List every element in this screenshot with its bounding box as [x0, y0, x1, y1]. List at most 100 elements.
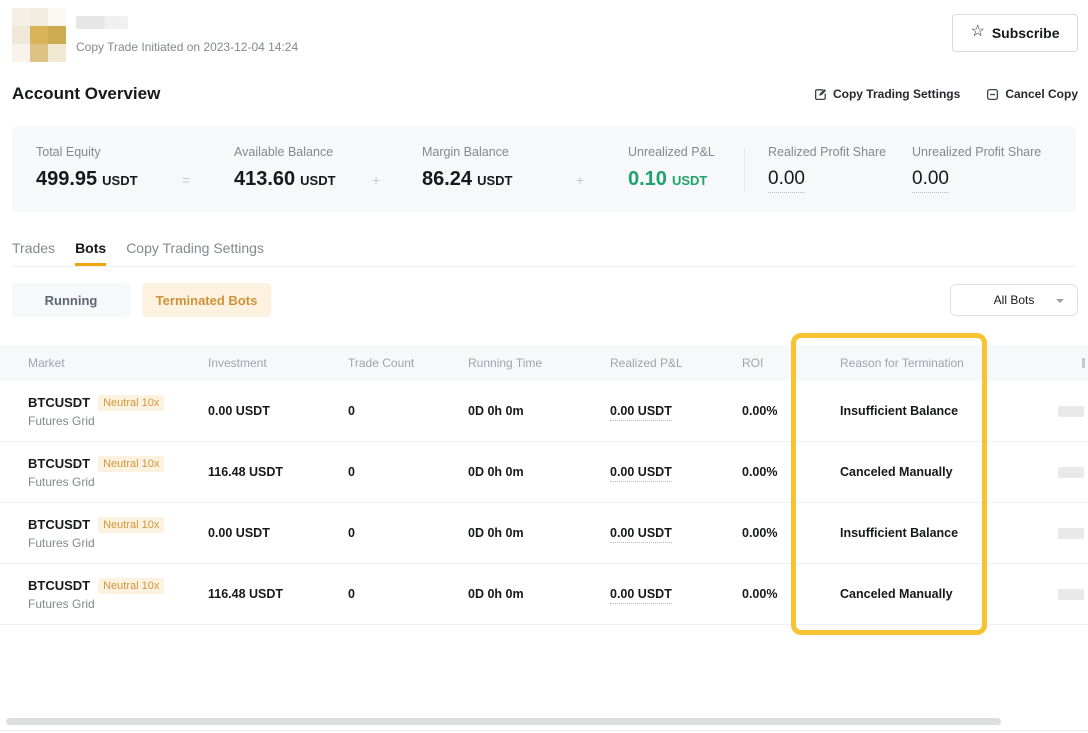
col-running-time: Running Time	[468, 356, 610, 370]
strategy-label: Futures Grid	[28, 414, 208, 428]
edit-icon	[814, 88, 827, 101]
bots-filter-row: Running Terminated Bots All Bots	[12, 283, 1078, 317]
row-action-redacted[interactable]	[1058, 406, 1084, 417]
stat-value: 0.10	[628, 168, 667, 191]
roi-cell: 0.00%	[742, 404, 840, 418]
horizontal-scrollbar[interactable]	[6, 718, 1001, 725]
investment-cell: 116.48 USDT	[208, 587, 348, 601]
trader-header: Copy Trade Initiated on 2023-12-04 14:24…	[12, 6, 1078, 64]
tab-copy-trading-settings[interactable]: Copy Trading Settings	[126, 240, 264, 266]
col-trade-count: Trade Count	[348, 356, 468, 370]
plus-operator: +	[576, 172, 584, 188]
all-bots-dropdown[interactable]: All Bots	[950, 284, 1078, 316]
filter-terminated-bots[interactable]: Terminated Bots	[142, 283, 271, 317]
roi-cell: 0.00%	[742, 465, 840, 479]
stat-unit: USDT	[102, 173, 137, 188]
col-reason-for-termination: Reason for Termination	[840, 356, 1036, 370]
stat-available-balance: Available Balance 413.60 USDT	[234, 145, 336, 191]
market-cell: BTCUSDT Neutral 10x Futures Grid	[28, 395, 208, 428]
market-cell: BTCUSDT Neutral 10x Futures Grid	[28, 456, 208, 489]
termination-reason-cell: Canceled Manually	[840, 587, 1036, 601]
col-realized-pnl: Realized P&L	[610, 356, 742, 370]
stat-unit: USDT	[672, 173, 707, 188]
stat-realized-profit-share: Realized Profit Share 0.00	[768, 145, 886, 193]
realized-pnl-cell: 0.00 USDT	[610, 404, 672, 421]
bottom-divider	[0, 730, 1088, 731]
stat-unrealized-profit-share: Unrealized Profit Share 0.00	[912, 145, 1041, 193]
all-bots-dropdown-value: All Bots	[994, 293, 1035, 307]
stat-label: Unrealized P&L	[628, 145, 715, 159]
trade-count-cell: 0	[348, 526, 468, 540]
realized-pnl-cell: 0.00 USDT	[610, 587, 672, 604]
running-time-cell: 0D 0h 0m	[468, 404, 610, 418]
trader-avatar	[12, 8, 66, 62]
realized-pnl-cell: 0.00 USDT	[610, 526, 672, 543]
main-tabs: Trades Bots Copy Trading Settings	[12, 240, 1076, 267]
investment-cell: 0.00 USDT	[208, 404, 348, 418]
trade-count-cell: 0	[348, 587, 468, 601]
stat-margin-balance: Margin Balance 86.24 USDT	[422, 145, 512, 191]
cancel-copy-button[interactable]: Cancel Copy	[986, 87, 1078, 101]
market-pair: BTCUSDT	[28, 395, 90, 410]
table-row: BTCUSDT Neutral 10x Futures Grid 0.00 US…	[0, 503, 1088, 564]
overview-actions: Copy Trading Settings Cancel Copy	[814, 87, 1078, 101]
row-action-redacted[interactable]	[1058, 528, 1084, 539]
strategy-label: Futures Grid	[28, 597, 208, 611]
table-header: Market Investment Trade Count Running Ti…	[0, 345, 1088, 381]
account-stats-bar: Total Equity 499.95 USDT = Available Bal…	[12, 126, 1076, 212]
stat-label: Margin Balance	[422, 145, 512, 159]
leverage-badge: Neutral 10x	[98, 456, 164, 472]
copy-trade-page: Copy Trade Initiated on 2023-12-04 14:24…	[0, 0, 1088, 733]
leverage-badge: Neutral 10x	[98, 578, 164, 594]
filter-running[interactable]: Running	[12, 283, 130, 317]
copy-trade-initiated-text: Copy Trade Initiated on 2023-12-04 14:24	[76, 40, 298, 54]
tab-bots[interactable]: Bots	[75, 240, 106, 266]
stat-label: Realized Profit Share	[768, 145, 886, 159]
row-action-redacted[interactable]	[1058, 589, 1084, 600]
leverage-badge: Neutral 10x	[98, 517, 164, 533]
leverage-badge: Neutral 10x	[98, 395, 164, 411]
strategy-label: Futures Grid	[28, 475, 208, 489]
stat-value: 86.24	[422, 168, 472, 191]
stat-total-equity: Total Equity 499.95 USDT	[36, 145, 138, 191]
trade-count-cell: 0	[348, 465, 468, 479]
investment-cell: 116.48 USDT	[208, 465, 348, 479]
market-cell: BTCUSDT Neutral 10x Futures Grid	[28, 517, 208, 550]
table-row: BTCUSDT Neutral 10x Futures Grid 116.48 …	[0, 564, 1088, 625]
copy-trading-settings-label: Copy Trading Settings	[833, 87, 960, 101]
market-pair: BTCUSDT	[28, 517, 90, 532]
table-row: BTCUSDT Neutral 10x Futures Grid 0.00 US…	[0, 381, 1088, 442]
roi-cell: 0.00%	[742, 526, 840, 540]
trader-name-redacted	[76, 16, 128, 29]
equals-operator: =	[182, 172, 190, 188]
market-pair: BTCUSDT	[28, 578, 90, 593]
cancel-copy-label: Cancel Copy	[1005, 87, 1078, 101]
market-pair: BTCUSDT	[28, 456, 90, 471]
copy-trading-settings-button[interactable]: Copy Trading Settings	[814, 87, 960, 101]
stat-value: 499.95	[36, 168, 97, 191]
stat-label: Total Equity	[36, 145, 138, 159]
market-cell: BTCUSDT Neutral 10x Futures Grid	[28, 578, 208, 611]
stat-unit: USDT	[300, 173, 335, 188]
running-time-cell: 0D 0h 0m	[468, 526, 610, 540]
account-overview-row: Account Overview Copy Trading Settings	[12, 84, 1078, 106]
stat-unrealized-pnl: Unrealized P&L 0.10 USDT	[628, 145, 715, 191]
clipped-column-sliver	[1082, 358, 1085, 368]
tab-trades[interactable]: Trades	[12, 240, 55, 266]
minus-square-icon	[986, 88, 999, 101]
stat-value: 413.60	[234, 168, 295, 191]
strategy-label: Futures Grid	[28, 536, 208, 550]
stat-value: 0.00	[912, 168, 949, 193]
running-time-cell: 0D 0h 0m	[468, 587, 610, 601]
termination-reason-cell: Canceled Manually	[840, 465, 1036, 479]
roi-cell: 0.00%	[742, 587, 840, 601]
termination-reason-cell: Insufficient Balance	[840, 526, 1036, 540]
trader-meta: Copy Trade Initiated on 2023-12-04 14:24	[76, 16, 298, 54]
row-action-redacted[interactable]	[1058, 467, 1084, 478]
col-market: Market	[28, 356, 208, 370]
subscribe-button[interactable]: ☆ Subscribe	[952, 14, 1078, 52]
subscribe-label: Subscribe	[992, 25, 1060, 41]
trade-count-cell: 0	[348, 404, 468, 418]
running-time-cell: 0D 0h 0m	[468, 465, 610, 479]
chevron-down-icon	[1056, 299, 1064, 303]
